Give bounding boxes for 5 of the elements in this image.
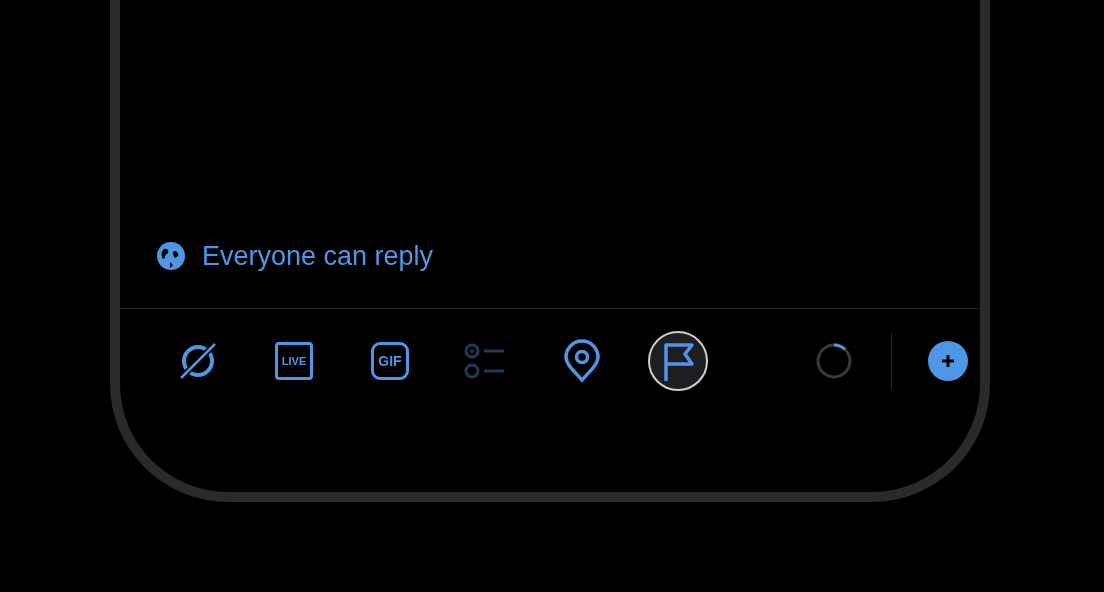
reply-setting-label[interactable]: Everyone can reply [202,240,434,272]
live-tool-button[interactable]: LIVE [264,331,324,391]
live-icon: LIVE [275,342,313,380]
gif-tool-button[interactable]: GIF [360,331,420,391]
gif-icon: GIF [371,342,409,380]
